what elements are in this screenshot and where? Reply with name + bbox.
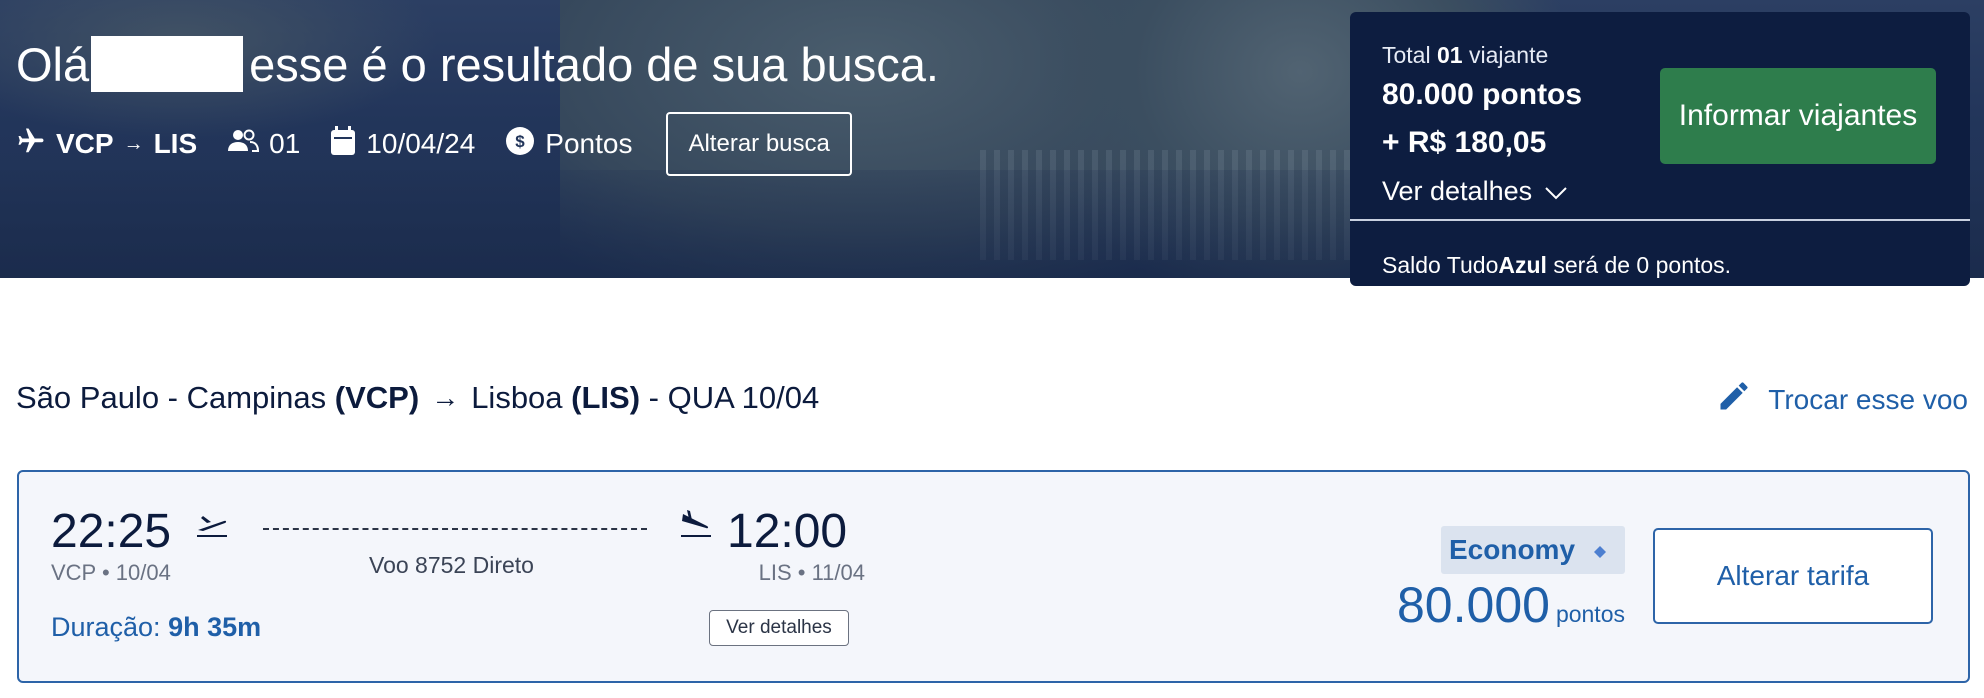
landing-icon — [679, 508, 713, 543]
svg-text:$: $ — [516, 132, 526, 151]
destination-city: Lisboa — [471, 380, 563, 415]
saldo-suffix: será de 0 pontos. — [1553, 252, 1732, 278]
total-travelers-label: Total 01 viajante — [1382, 42, 1548, 69]
diamond-icon — [1593, 534, 1607, 566]
change-search-button[interactable]: Alterar busca — [666, 112, 852, 176]
arrow-right-icon: → — [123, 132, 144, 155]
origin-city-code: (VCP) — [334, 380, 420, 415]
travel-date: 10/04/24 — [366, 128, 476, 159]
inform-travelers-button[interactable]: Informar viajantes — [1660, 68, 1936, 164]
greeting-heading: Olá esse é o resultado de sua busca. — [16, 36, 939, 92]
destination-city-code: (LIS) — [571, 380, 641, 415]
greeting-suffix: esse é o resultado de sua busca. — [249, 38, 939, 91]
total-count: 01 — [1436, 42, 1463, 68]
route-heading: São Paulo - Campinas (VCP) → Lisboa (LIS… — [16, 380, 819, 416]
duration-label: Duração: — [51, 612, 161, 642]
dollar-coin-icon: $ — [505, 126, 545, 163]
flight-path-line — [263, 528, 647, 530]
flight-card[interactable]: 22:25 VCP • 10/04 Voo 8752 Direto 12:00 … — [17, 470, 1970, 683]
origin-city: São Paulo - Campinas — [16, 380, 327, 415]
chevron-down-icon — [1532, 176, 1568, 207]
swap-flight-label: Trocar esse voo — [1768, 383, 1968, 415]
search-summary: VCP → LIS 01 10/04/24 $ Pontos Alterar b… — [16, 112, 852, 176]
duration-value: 9h 35m — [168, 612, 262, 642]
fare-class-badge: Economy — [1441, 526, 1625, 574]
arrow-right-icon: → — [431, 382, 460, 413]
departure-time: 22:25 — [51, 505, 172, 558]
date-summary: 10/04/24 — [330, 125, 476, 163]
balance-notice: Saldo TudoAzul será de 0 pontos. — [1382, 252, 1731, 279]
total-details-toggle[interactable]: Ver detalhes — [1382, 176, 1568, 207]
total-prefix: Total — [1382, 42, 1431, 68]
duration: Duração: 9h 35m — [51, 612, 261, 643]
panel-divider — [1350, 219, 1970, 221]
payment-mode: Pontos — [545, 128, 633, 159]
saldo-brand: Azul — [1498, 252, 1547, 278]
departure-meta: VCP • 10/04 — [51, 560, 171, 585]
total-panel: Total 01 viajante 80.000 pontos + R$ 180… — [1350, 12, 1970, 286]
passenger-count: 01 — [269, 128, 301, 159]
people-icon — [227, 127, 269, 162]
origin-code: VCP — [56, 128, 114, 159]
greeting-prefix: Olá — [16, 38, 90, 91]
arrival-time: 12:00 — [727, 505, 848, 558]
route-date: - QUA 10/04 — [648, 380, 820, 415]
route-summary: VCP → LIS — [16, 126, 197, 163]
calendar-icon — [330, 125, 366, 163]
redacted-name — [91, 36, 244, 92]
change-fare-button[interactable]: Alterar tarifa — [1653, 528, 1933, 624]
flight-number: Voo 8752 Direto — [369, 552, 534, 578]
passengers-summary: 01 — [227, 127, 300, 162]
flight-details-button[interactable]: Ver detalhes — [709, 610, 849, 646]
price-value: 80.000 — [1397, 577, 1550, 633]
takeoff-icon — [195, 508, 229, 543]
total-points: 80.000 pontos — [1382, 78, 1583, 111]
payment-summary: $ Pontos — [505, 126, 632, 163]
saldo-prefix: Saldo Tudo — [1382, 252, 1499, 278]
fare-class-label: Economy — [1449, 534, 1576, 565]
pencil-icon — [1716, 378, 1768, 421]
total-details-label: Ver detalhes — [1382, 176, 1533, 206]
total-suffix: viajante — [1468, 42, 1549, 68]
price-unit: pontos — [1555, 601, 1625, 627]
arrival-meta: LIS • 11/04 — [758, 560, 865, 585]
airplane-icon — [16, 126, 56, 163]
fare-price: 80.000 pontos — [1397, 576, 1625, 634]
destination-code: LIS — [153, 128, 198, 159]
swap-flight-link[interactable]: Trocar esse voo — [1716, 378, 1968, 421]
total-money: + R$ 180,05 — [1382, 126, 1547, 159]
